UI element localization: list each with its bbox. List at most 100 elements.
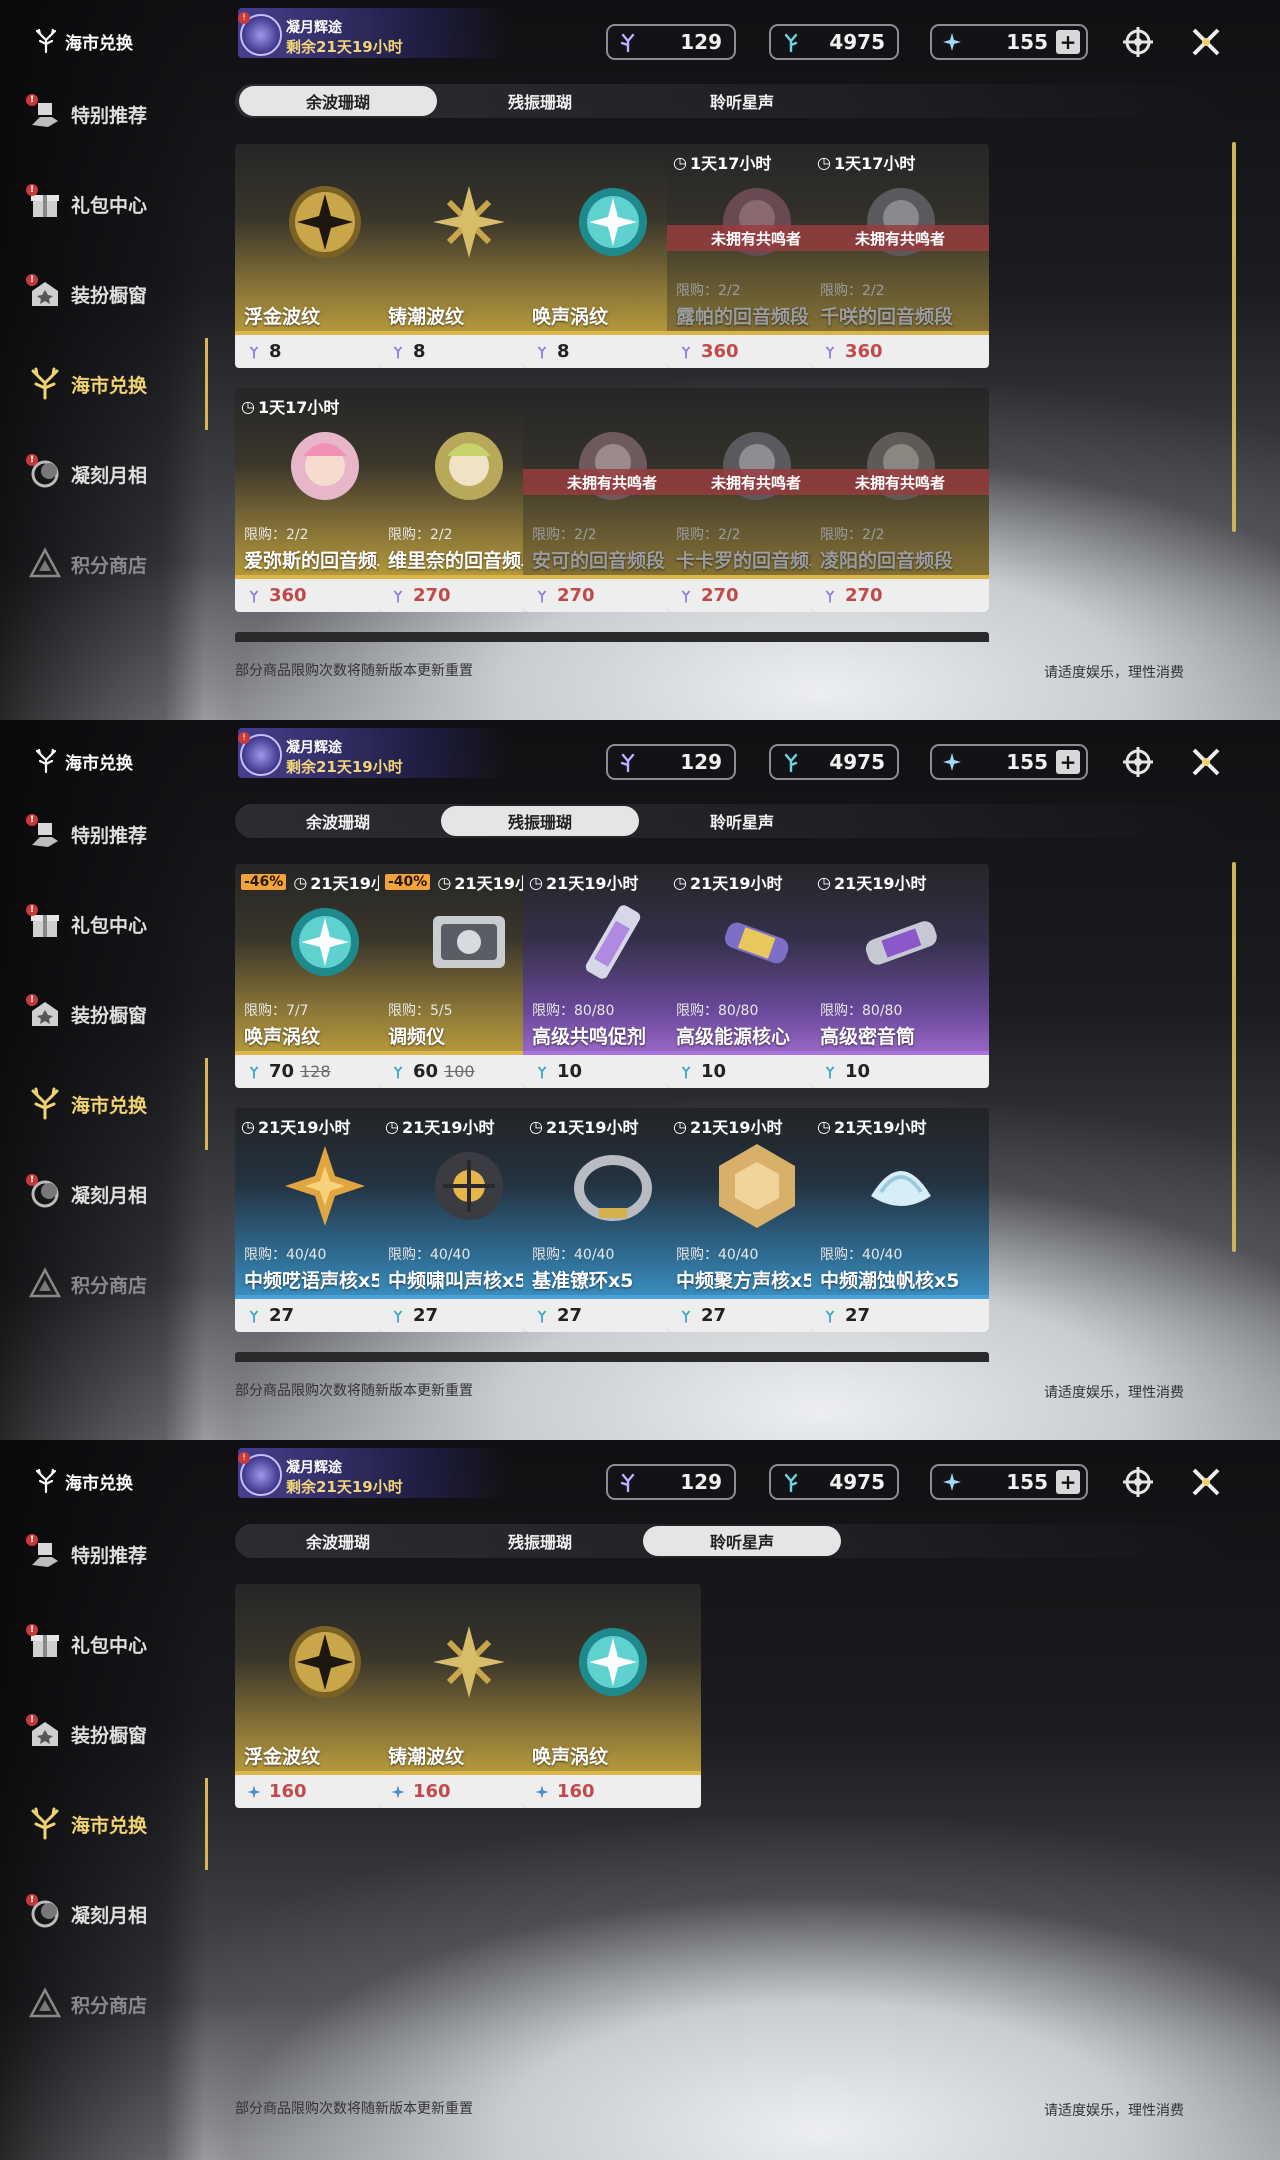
price-value: 8 — [557, 341, 570, 362]
sidebar-item-moon[interactable]: ! 凝刻月相 — [26, 1892, 198, 1936]
sidebar-item-label: 积分商店 — [71, 1274, 148, 1297]
sidebar-item-points[interactable]: 积分商店 — [28, 542, 198, 586]
currency-afterglow: 129 — [606, 24, 736, 60]
currency-value: 129 — [680, 1470, 722, 1494]
timer-text: 1天17小时 — [689, 154, 772, 173]
compass-icon[interactable] — [1118, 22, 1158, 62]
timer: ◷ 21天19小时 — [673, 870, 783, 894]
shop-card[interactable]: ◷ 21天19小时 限购：80/80 高级密音筒 10 — [811, 864, 989, 1088]
tab-starsound[interactable]: 聆听星声 — [643, 86, 841, 116]
sidebar-item-points[interactable]: 积分商店 — [28, 1982, 198, 2026]
clock-icon: ◷ — [817, 152, 831, 172]
sidebar-item-label: 特别推荐 — [71, 1544, 148, 1567]
oscillated-coral-icon — [821, 1063, 839, 1081]
price-value: 27 — [557, 1305, 583, 1326]
sidebar-item-wardrobe[interactable]: ! 装扮橱窗 — [26, 992, 198, 1036]
timer: ◷ 21天19小时 — [529, 870, 639, 894]
health-note: 请适度娱乐，理性消费 — [1044, 665, 1184, 681]
sidebar-item-exchange[interactable]: 海市兑换 — [28, 1082, 198, 1126]
sidebar-item-exchange[interactable]: 海市兑换 — [28, 1802, 198, 1846]
item-name: 高级能源核心 — [676, 1026, 791, 1048]
compass-icon[interactable] — [1118, 1462, 1158, 1502]
tab-afterglow[interactable]: 余波珊瑚 — [239, 806, 437, 836]
tab-oscillated[interactable]: 残振珊瑚 — [441, 86, 639, 116]
sidebar-item-label: 装扮橱窗 — [71, 1724, 148, 1747]
tuner-device-icon — [419, 892, 519, 992]
sidebar-item-label: 装扮橱窗 — [71, 284, 148, 307]
sidebar-item-special[interactable]: ! 特别推荐 — [26, 812, 198, 856]
sidebar-item-special[interactable]: ! 特别推荐 — [26, 92, 198, 136]
item-name: 中频潮蚀帆核x5 — [820, 1270, 960, 1292]
item-name: 露帕的回音频段 — [676, 306, 810, 328]
event-banner[interactable]: ! 凝月辉途 剩余21天19小时 — [238, 8, 508, 58]
sidebar-header: 海市兑换 — [33, 28, 133, 54]
currency-value: 129 — [680, 750, 722, 774]
afterglow-coral-icon — [245, 343, 263, 361]
currency-oscillated: 4975 — [769, 24, 899, 60]
shop-card[interactable]: 未拥有共鸣者 限购：2/2 凌阳的回音频段 270 — [811, 388, 989, 612]
compass-icon[interactable] — [1118, 742, 1158, 782]
clock-icon: ◷ — [673, 152, 687, 172]
currency-value: 155 — [1006, 750, 1048, 774]
shop-card[interactable]: 唤声涡纹 160 — [523, 1584, 701, 1808]
triangle-badge-icon — [28, 547, 62, 578]
tab-oscillated[interactable]: 残振珊瑚 — [441, 1526, 639, 1556]
add-currency-button[interactable]: + — [1056, 750, 1080, 774]
close-icon[interactable] — [1186, 742, 1226, 782]
sidebar-header: 海市兑换 — [33, 1468, 133, 1494]
timer: ◷ 21天19小时 — [241, 1114, 351, 1138]
purchase-limit: 限购：2/2 — [676, 527, 741, 543]
price-value: 360 — [701, 341, 739, 362]
add-currency-button[interactable]: + — [1056, 30, 1080, 54]
currency-value: 4975 — [829, 30, 885, 54]
oscillated-coral-icon — [245, 1307, 263, 1325]
purchase-limit: 限购：2/2 — [820, 283, 885, 299]
star-coral-icon — [245, 1783, 263, 1801]
sidebar-title: 海市兑换 — [65, 1473, 133, 1494]
tab-afterglow[interactable]: 余波珊瑚 — [239, 86, 437, 116]
notification-dot: ! — [26, 814, 38, 826]
tab-starsound[interactable]: 聆听星声 — [643, 806, 841, 836]
timer-text: 21天19小时 — [689, 1118, 783, 1137]
tab-starsound[interactable]: 聆听星声 — [643, 1526, 841, 1556]
sidebar-item-points[interactable]: 积分商店 — [28, 1262, 198, 1306]
tab-afterglow[interactable]: 余波珊瑚 — [239, 1526, 437, 1556]
add-currency-button[interactable]: + — [1056, 1470, 1080, 1494]
timer-text: 21天19小时 — [545, 874, 639, 893]
currency-oscillated: 4975 — [769, 744, 899, 780]
event-banner[interactable]: ! 凝月辉途 剩余21天19小时 — [238, 1448, 508, 1498]
sidebar-item-gifts[interactable]: ! 礼包中心 — [26, 902, 198, 946]
character-portrait — [563, 416, 663, 516]
sidebar-item-gifts[interactable]: ! 礼包中心 — [26, 1622, 198, 1666]
timer-text: 21天19小时 — [833, 874, 927, 893]
item-name: 卡卡罗的回音频段 — [676, 550, 829, 572]
character-portrait — [851, 172, 951, 272]
sidebar-item-moon[interactable]: ! 凝刻月相 — [26, 452, 198, 496]
close-icon[interactable] — [1186, 1462, 1226, 1502]
purchase-limit: 限购：80/80 — [676, 1003, 759, 1019]
sidebar-item-exchange[interactable]: 海市兑换 — [28, 362, 198, 406]
sidebar-item-gifts[interactable]: ! 礼包中心 — [26, 182, 198, 226]
scrollbar[interactable] — [1232, 142, 1236, 532]
sidebar-title: 海市兑换 — [65, 33, 133, 54]
sidebar-item-label: 礼包中心 — [71, 194, 148, 217]
price-value: 160 — [269, 1781, 307, 1802]
shop-card[interactable]: ◷ 21天19小时 限购：40/40 中频潮蚀帆核x5 27 — [811, 1108, 989, 1332]
sidebar-item-wardrobe[interactable]: ! 装扮橱窗 — [26, 1712, 198, 1756]
oscillated-coral-icon — [779, 1470, 803, 1494]
sidebar-item-special[interactable]: ! 特别推荐 — [26, 1532, 198, 1576]
item-name: 唤声涡纹 — [244, 1026, 321, 1048]
price-value: 60 — [413, 1061, 439, 1082]
currency-afterglow: 129 — [606, 744, 736, 780]
sidebar-item-wardrobe[interactable]: ! 装扮橱窗 — [26, 272, 198, 316]
item-name: 调频仪 — [388, 1026, 446, 1048]
close-icon[interactable] — [1186, 22, 1226, 62]
item-name: 基准镣环x5 — [532, 1270, 634, 1292]
item-name: 千咲的回音频段 — [820, 306, 954, 328]
shop-card[interactable]: ◷ 1天17小时 未拥有共鸣者 限购：2/2 千咲的回音频段 360 — [811, 144, 989, 368]
event-banner[interactable]: ! 凝月辉途 剩余21天19小时 — [238, 728, 508, 778]
sidebar-item-moon[interactable]: ! 凝刻月相 — [26, 1172, 198, 1216]
discount-badge: -40% — [385, 874, 431, 890]
tab-oscillated[interactable]: 残振珊瑚 — [441, 806, 639, 836]
scrollbar[interactable] — [1232, 862, 1236, 1252]
